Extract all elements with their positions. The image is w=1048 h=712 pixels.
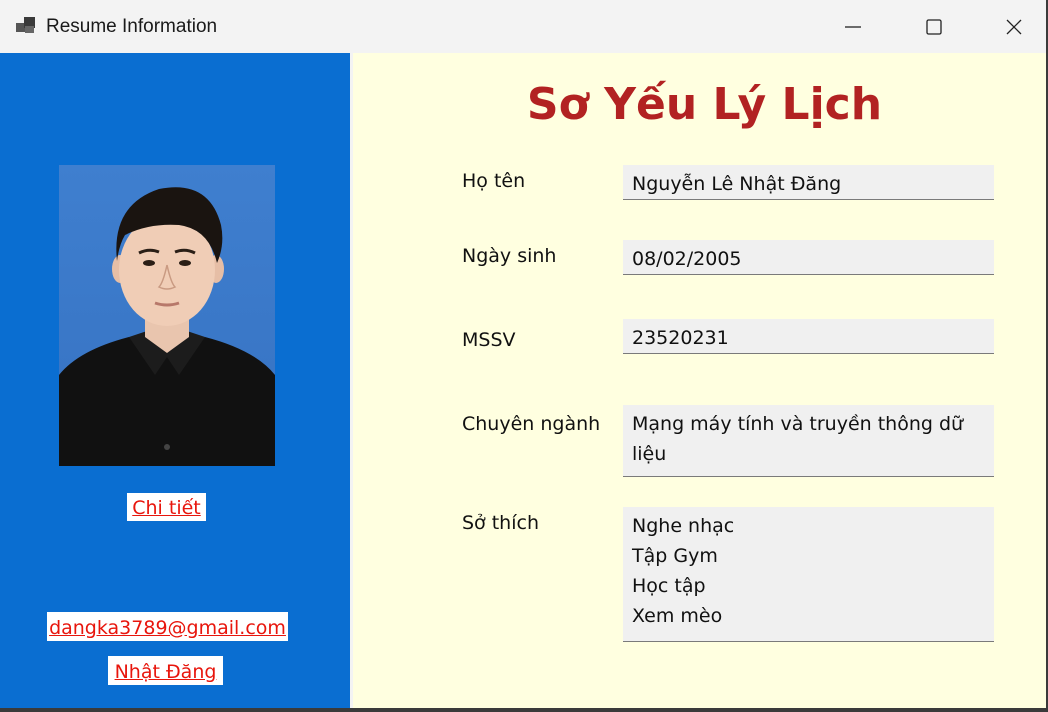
maximize-button[interactable] [899,0,969,53]
name-link[interactable]: Nhật Đăng [108,656,223,685]
student-id-label: MSSV [462,329,516,351]
hobbies-field[interactable]: Nghe nhạc Tập Gym Học tập Xem mèo [623,507,994,642]
minimize-button[interactable] [818,0,888,53]
birthday-field[interactable]: 08/02/2005 [623,240,994,275]
app-window: Resume Information Chi tiết dangka3789@g… [0,0,1048,712]
student-id-field[interactable]: 23520231 [623,319,994,354]
title-bar[interactable]: Resume Information [0,0,1046,53]
window-title: Resume Information [46,16,218,37]
major-field[interactable]: Mạng máy tính và truyền thông dữ liệu [623,405,994,477]
close-icon [1006,19,1022,35]
fullname-field[interactable]: Nguyễn Lê Nhật Đăng [623,165,994,200]
close-button[interactable] [979,0,1046,53]
birthday-label: Ngày sinh [462,245,557,267]
fullname-label: Họ tên [462,170,526,192]
hobbies-label: Sở thích [462,512,539,534]
app-icon [16,17,36,35]
maximize-icon [926,19,942,35]
minimize-icon [845,26,861,28]
email-link[interactable]: dangka3789@gmail.com [47,612,288,641]
page-title: Sơ Yếu Lý Lịch [526,79,883,130]
profile-photo [59,165,275,466]
major-label: Chuyên ngành [462,413,601,435]
sidebar-panel: Chi tiết dangka3789@gmail.com Nhật Đăng [0,53,350,708]
detail-link[interactable]: Chi tiết [127,493,206,521]
content-panel: Sơ Yếu Lý Lịch Họ tên Nguyễn Lê Nhật Đăn… [353,53,1046,708]
